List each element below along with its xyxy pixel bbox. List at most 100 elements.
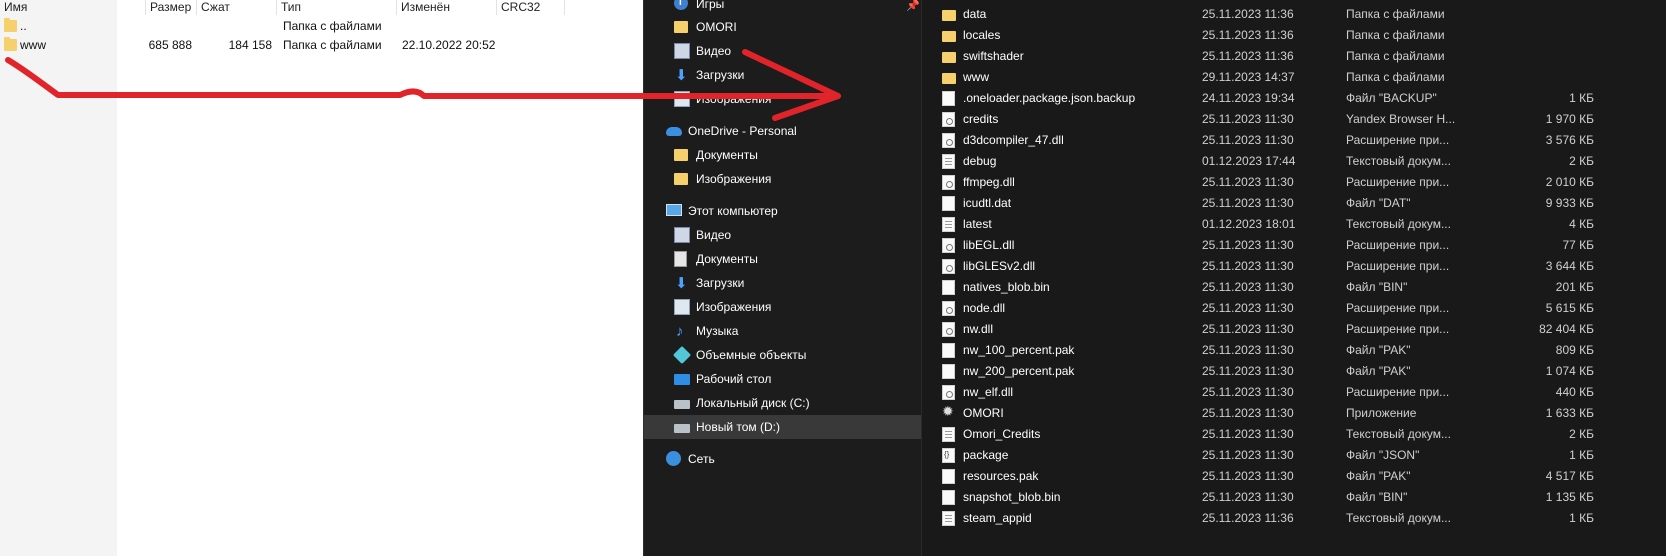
file-size: 2 010 КБ: [1545, 175, 1594, 189]
nav-item-network[interactable]: Сеть: [666, 447, 914, 471]
pictures-icon: [674, 299, 690, 315]
file-date-modified: 29.11.2023 14:37: [1202, 70, 1295, 84]
file-date-modified: 25.11.2023 11:30: [1202, 322, 1294, 336]
nav-item-video[interactable]: Видео: [674, 39, 914, 63]
nav-item-desktop[interactable]: Рабочий стол: [674, 367, 914, 391]
nav-item-pc-pictures[interactable]: Изображения: [674, 295, 914, 319]
file-row[interactable]: nw_elf.dll 25.11.2023 11:30 Расширение при…: [922, 382, 1666, 403]
nav-item-label: Загрузки: [696, 276, 745, 290]
file-type: Расширение при...: [1346, 385, 1450, 399]
file-type: Yandex Browser H...: [1346, 112, 1456, 126]
file-row[interactable]: latest 01.12.2023 18:01 Текстовый докум...…: [922, 214, 1666, 235]
file-type: Расширение при...: [1346, 301, 1450, 315]
file-row[interactable]: www 29.11.2023 14:37 Папка с файлами: [922, 67, 1666, 88]
music-icon: [674, 320, 690, 344]
nav-item-label: Видео: [696, 228, 732, 242]
column-name[interactable]: Имя: [0, 0, 146, 15]
explorer-file-list: data 25.11.2023 11:36 Папка с файлами local…: [921, 0, 1666, 556]
file-size: 4 КБ: [1569, 217, 1594, 231]
column-type[interactable]: Тип: [277, 0, 397, 15]
file-size: 5 615 КБ: [1545, 301, 1594, 315]
folder-icon: [942, 52, 956, 63]
nav-item-onedrive[interactable]: OneDrive - Personal: [666, 119, 914, 143]
drive-icon: [674, 424, 690, 433]
file-row[interactable]: resources.pak 25.11.2023 11:30 Файл "PAK" 4…: [922, 466, 1666, 487]
file-date-modified: 25.11.2023 11:30: [1202, 280, 1294, 294]
column-packed[interactable]: Сжат: [197, 0, 277, 15]
file-row[interactable]: swiftshader 25.11.2023 11:36 Папка с файла…: [922, 46, 1666, 67]
nav-item-pc-documents[interactable]: Документы: [674, 247, 914, 271]
column-modified[interactable]: Изменён: [397, 0, 497, 15]
file-size: 9 933 КБ: [1545, 196, 1594, 210]
nav-item-label: Локальный диск (C:): [696, 396, 810, 410]
file-date-modified: 25.11.2023 11:36: [1202, 28, 1294, 42]
file-date-modified: 25.11.2023 11:30: [1202, 406, 1294, 420]
column-size[interactable]: Размер: [146, 0, 197, 15]
nav-item-omori[interactable]: OMORI: [674, 15, 914, 39]
file-icon: [942, 469, 955, 484]
file-row[interactable]: locales 25.11.2023 11:36 Папка с файлами: [922, 25, 1666, 46]
file-row[interactable]: ffmpeg.dll 25.11.2023 11:30 Расширение при…: [922, 172, 1666, 193]
nav-item-pictures[interactable]: Изображения: [674, 87, 914, 111]
file-type: Расширение при...: [1346, 175, 1450, 189]
archive-row-parent[interactable]: .. Папка с файлами: [0, 17, 643, 36]
file-row[interactable]: nw.dll 25.11.2023 11:30 Расширение при... 8…: [922, 319, 1666, 340]
file-row[interactable]: icudtl.dat 25.11.2023 11:30 Файл "DAT" 9 93…: [922, 193, 1666, 214]
file-row[interactable]: libGLESv2.dll 25.11.2023 11:30 Расширение …: [922, 256, 1666, 277]
documents-icon: [674, 251, 687, 267]
nav-item-label: Игры: [696, 0, 725, 11]
nav-item-drive-d[interactable]: Новый том (D:): [644, 415, 921, 439]
nav-item-drive-c[interactable]: Локальный диск (C:): [674, 391, 914, 415]
file-row[interactable]: nw_100_percent.pak 25.11.2023 11:30 Файл "…: [922, 340, 1666, 361]
nav-item-music[interactable]: Музыка: [674, 319, 914, 344]
file-row[interactable]: .oneloader.package.json.backup 24.11.2023…: [922, 88, 1666, 109]
file-row[interactable]: snapshot_blob.bin 25.11.2023 11:30 Файл "B…: [922, 487, 1666, 508]
nav-item-downloads[interactable]: Загрузки: [674, 63, 914, 88]
downloads-icon: [674, 272, 690, 296]
text-file-icon: [942, 511, 955, 526]
file-size: 1 633 КБ: [1545, 406, 1594, 420]
file-row[interactable]: node.dll 25.11.2023 11:30 Расширение при..…: [922, 298, 1666, 319]
file-name: resources.pak: [963, 469, 1039, 483]
nav-item-games[interactable]: Игры: [674, 0, 914, 16]
file-size: 1 135 КБ: [1545, 490, 1594, 504]
nav-item-label: Изображения: [696, 300, 772, 314]
text-file-icon: [942, 217, 955, 232]
archive-row-www[interactable]: www 685 888 184 158 Папка с файлами 22.1…: [0, 36, 643, 55]
file-row[interactable]: steam_appid 25.11.2023 11:36 Текстовый док…: [922, 508, 1666, 529]
file-row[interactable]: credits 25.11.2023 11:30 Yandex Browser H.…: [922, 109, 1666, 130]
nav-item-label: Сеть: [688, 452, 715, 466]
nav-item-pc-video[interactable]: Видео: [674, 223, 914, 247]
file-row[interactable]: data 25.11.2023 11:36 Папка с файлами: [922, 4, 1666, 25]
file-row[interactable]: nw_200_percent.pak 25.11.2023 11:30 Файл "…: [922, 361, 1666, 382]
nav-item-onedrive-pictures[interactable]: Изображения: [674, 167, 914, 191]
file-name: data: [963, 7, 987, 21]
file-row[interactable]: d3dcompiler_47.dll 25.11.2023 11:30 Расшир…: [922, 130, 1666, 151]
file-row[interactable]: debug 01.12.2023 17:44 Текстовый докум... 2…: [922, 151, 1666, 172]
file-icon: [942, 364, 955, 379]
nav-item-this-pc[interactable]: Этот компьютер: [666, 199, 914, 223]
file-date-modified: 25.11.2023 11:36: [1202, 511, 1294, 525]
file-row[interactable]: OMORI 25.11.2023 11:30 Приложение 1 633 КБ: [922, 403, 1666, 424]
file-type: Файл "BIN": [1346, 490, 1408, 504]
file-row[interactable]: package 25.11.2023 11:30 Файл "JSON" 1 КБ: [922, 445, 1666, 466]
nav-item-3d-objects[interactable]: Объемные объекты: [672, 343, 914, 367]
file-name: steam_appid: [963, 511, 1032, 525]
file-type: Расширение при...: [1346, 238, 1450, 252]
file-row[interactable]: Omori_Credits 25.11.2023 11:30 Текстовый д…: [922, 424, 1666, 445]
file-date-modified: 25.11.2023 11:30: [1202, 196, 1294, 210]
file-type: Папка с файлами: [1346, 28, 1445, 42]
explorer-navigation-pane: 📌 Игры OMORI Видео Загрузки Изображения …: [643, 0, 921, 556]
file-row[interactable]: libEGL.dll 25.11.2023 11:30 Расширение при…: [922, 235, 1666, 256]
dll-file-icon: [942, 301, 955, 316]
nav-item-pc-downloads[interactable]: Загрузки: [674, 271, 914, 296]
file-type: Файл "JSON": [1346, 448, 1420, 462]
file-row[interactable]: natives_blob.bin 25.11.2023 11:30 Файл "BI…: [922, 277, 1666, 298]
file-date-modified: 25.11.2023 11:30: [1202, 133, 1294, 147]
folder-icon: [942, 31, 956, 42]
file-size: 2 КБ: [1569, 427, 1594, 441]
nav-item-onedrive-documents[interactable]: Документы: [674, 143, 914, 167]
file-type: Текстовый докум...: [1346, 427, 1451, 441]
column-crc32[interactable]: CRC32: [497, 0, 565, 15]
this-pc-icon: [666, 204, 682, 216]
